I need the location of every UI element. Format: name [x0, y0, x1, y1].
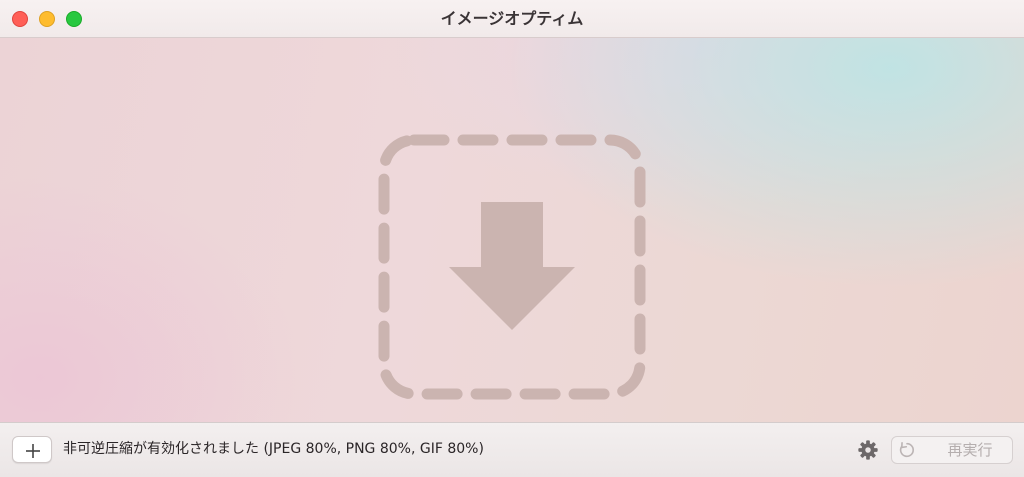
app-window: イメージオプティム 非可逆圧縮が有効化されました (JPEG 80%, PNG …	[0, 0, 1024, 477]
plus-icon	[26, 444, 40, 458]
bottom-toolbar: 非可逆圧縮が有効化されました (JPEG 80%, PNG 80%, GIF 8…	[0, 422, 1024, 477]
download-arrow-icon	[378, 134, 646, 400]
gear-icon[interactable]	[857, 439, 879, 461]
window-title: イメージオプティム	[440, 9, 584, 28]
drop-area[interactable]	[0, 38, 1024, 422]
add-files-button[interactable]	[12, 436, 52, 463]
drop-target[interactable]	[378, 134, 646, 400]
status-message: 非可逆圧縮が有効化されました (JPEG 80%, PNG 80%, GIF 8…	[63, 441, 484, 457]
title-bar[interactable]: イメージオプティム	[0, 0, 1024, 38]
refresh-icon	[899, 441, 915, 458]
rerun-label: 再実行	[947, 441, 993, 459]
rerun-button[interactable]: 再実行	[891, 436, 1013, 464]
